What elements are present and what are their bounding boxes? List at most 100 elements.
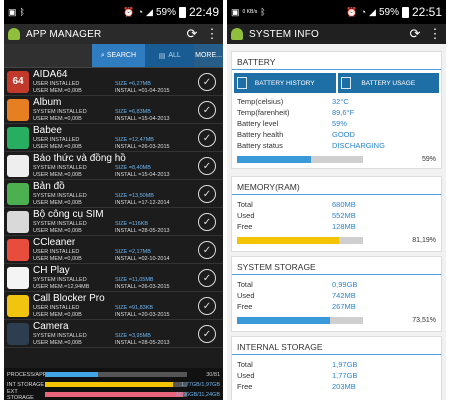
battery-icon [178,6,186,18]
app-row[interactable]: Album SYSTEM INSTALLED USER MEM.=0,00B SIZE… [4,96,223,124]
checkmark-icon: ✓ [202,160,212,172]
battery-detail-row: Battery level 59% [232,118,441,129]
app-toolbar: ⌕ SEARCH ▤ ALL MORE... [4,44,223,68]
memory-card: MEMORY(RAM) Total 680MB Used 552MB Free 128MB… [231,176,442,252]
status-bar: ▣ ᛒ ⏰ ◔ ◢ 59% 22:49 [4,0,223,24]
select-checkbox[interactable]: ✓ [198,129,216,147]
select-checkbox[interactable]: ✓ [198,101,216,119]
app-user-mem: USER MEM.=0,00B [33,88,82,94]
app-row[interactable]: Call Blocker Pro USER INSTALLED USER MEM.=… [4,292,223,320]
checkmark-icon: ✓ [202,328,212,340]
app-row[interactable]: Bản đồ SYSTEM INSTALLED USER MEM.=0,00B SIZ… [4,180,223,208]
internal-storage-detail-value: 1,77GB [332,371,358,380]
select-checkbox[interactable]: ✓ [198,73,216,91]
select-checkbox[interactable]: ✓ [198,157,216,175]
app-row[interactable]: Báo thức và đồng hồ SYSTEM INSTALLED USER … [4,152,223,180]
int-storage-label: INT STORAGE [7,381,45,388]
battery-progress-row: 59% [232,151,441,165]
app-install-type: SYSTEM INSTALLED [33,109,87,115]
battery-detail-key: Temp(celsius) [237,97,284,106]
more-button[interactable]: MORE... [194,44,223,67]
battery-detail-value: GOOD [332,130,355,139]
document-icon: ▤ [158,52,166,60]
battery-details: Temp(celsius) 32°C Temp(farenheit) 89,6°F Ba… [232,96,441,151]
memory-progress-bar [237,237,363,244]
select-checkbox[interactable]: ✓ [198,269,216,287]
select-checkbox[interactable]: ✓ [198,185,216,203]
overflow-menu-icon[interactable]: ⋮ [428,26,442,42]
app-name: CH Play [33,265,70,276]
page-title: SYSTEM INFO [249,28,319,40]
battery-progress-bar [237,156,363,163]
app-icon [7,322,29,345]
app-install-type: USER INSTALLED [33,137,80,143]
system-storage-percent-label: 73,51% [412,317,436,324]
app-name: Bộ công cụ SIM [33,209,104,220]
app-row[interactable]: CH Play SYSTEM INSTALLED USER MEM.=12,94MB… [4,264,223,292]
app-row[interactable]: Babee USER INSTALLED USER MEM.=0,00B SIZE =… [4,124,223,152]
app-name: Báo thức và đồng hồ [33,153,126,164]
app-info: Báo thức và đồng hồ SYSTEM INSTALLED USER … [33,152,197,179]
select-checkbox[interactable]: ✓ [198,297,216,315]
alarm-icon: ⏰ [123,6,135,17]
search-button[interactable]: ⌕ SEARCH [91,44,146,67]
select-checkbox[interactable]: ✓ [198,325,216,343]
battery-icon [401,6,409,18]
app-install-date: INSTALL =26-03-2015 [115,144,170,150]
checkmark-icon: ✓ [202,76,212,88]
select-checkbox[interactable]: ✓ [198,213,216,231]
memory-detail-value: 128MB [332,222,356,231]
internal-storage-detail-key: Used [237,371,255,380]
app-icon [7,182,29,205]
battery-card: BATTERY BATTERY HISTORY BATTERY USAGE Te… [231,51,442,169]
filter-all-label: ALL [168,52,181,59]
app-size: SIZE =11,05MB [115,277,154,283]
filter-all-button[interactable]: ▤ ALL [145,44,195,67]
app-row[interactable]: Camera SYSTEM INSTALLED USER MEM.=0,00B SIZ… [4,320,223,348]
app-name: CCleaner [33,237,76,248]
app-icon: 64 [7,70,29,93]
app-icon [7,210,29,233]
app-size: SIZE =3,95MB [115,333,151,339]
action-bar: APP MANAGER ⟳ ⋮ [4,24,223,44]
battery-icon [340,77,351,89]
battery-detail-value: 32°C [332,97,349,106]
memory-detail-value: 552MB [332,211,356,220]
battery-button-row: BATTERY HISTORY BATTERY USAGE [232,70,441,96]
battery-detail-row: Battery status DISCHARGING [232,140,441,151]
app-info: Bộ công cụ SIM SYSTEM INSTALLED USER MEM.=… [33,208,197,235]
internal-storage-detail-row: Total 1,97GB [232,359,441,370]
app-row[interactable]: Bộ công cụ SIM SYSTEM INSTALLED USER MEM.=… [4,208,223,236]
ext-storage-bar [45,392,187,397]
checkmark-icon: ✓ [202,216,212,228]
refresh-icon[interactable]: ⟳ [185,26,199,42]
app-install-type: SYSTEM INSTALLED [33,193,87,199]
select-checkbox[interactable]: ✓ [198,241,216,259]
app-row[interactable]: CCleaner USER INSTALLED USER MEM.=0,00B SIZ… [4,236,223,264]
action-bar: SYSTEM INFO ⟳ ⋮ [227,24,446,44]
image-notification-icon: ▣ [231,6,240,17]
memory-detail-key: Free [237,222,253,231]
memory-detail-row: Total 680MB [232,199,441,210]
memory-detail-row: Free 128MB [232,221,441,232]
battery-history-button[interactable]: BATTERY HISTORY [234,73,336,93]
app-install-date: INSTALL =20-03-2015 [115,312,170,318]
overflow-menu-icon[interactable]: ⋮ [205,26,219,42]
app-install-type: SYSTEM INSTALLED [33,277,87,283]
internal-storage-title: INTERNAL STORAGE [232,337,441,355]
battery-history-label: BATTERY HISTORY [254,79,315,87]
battery-detail-key: Battery health [237,130,284,139]
system-storage-progress-bar [237,317,363,324]
app-row[interactable]: 64 AIDA64 USER INSTALLED USER MEM.=0,00B SIZ… [4,68,223,96]
battery-usage-button[interactable]: BATTERY USAGE [337,73,439,93]
refresh-icon[interactable]: ⟳ [408,26,422,42]
int-storage-value: 1,77GB/1,97GB [181,381,220,388]
page-title: APP MANAGER [26,28,102,40]
clock: 22:51 [411,5,442,19]
app-info: CH Play SYSTEM INSTALLED USER MEM.=12,94MB… [33,264,197,291]
app-install-date: INSTALL =15-04-2013 [115,116,170,122]
system-storage-progress-row: 73,51% [232,312,441,326]
memory-detail-row: Used 552MB [232,210,441,221]
system-storage-title: SYSTEM STORAGE [232,257,441,275]
battery-detail-key: Battery level [237,119,279,128]
